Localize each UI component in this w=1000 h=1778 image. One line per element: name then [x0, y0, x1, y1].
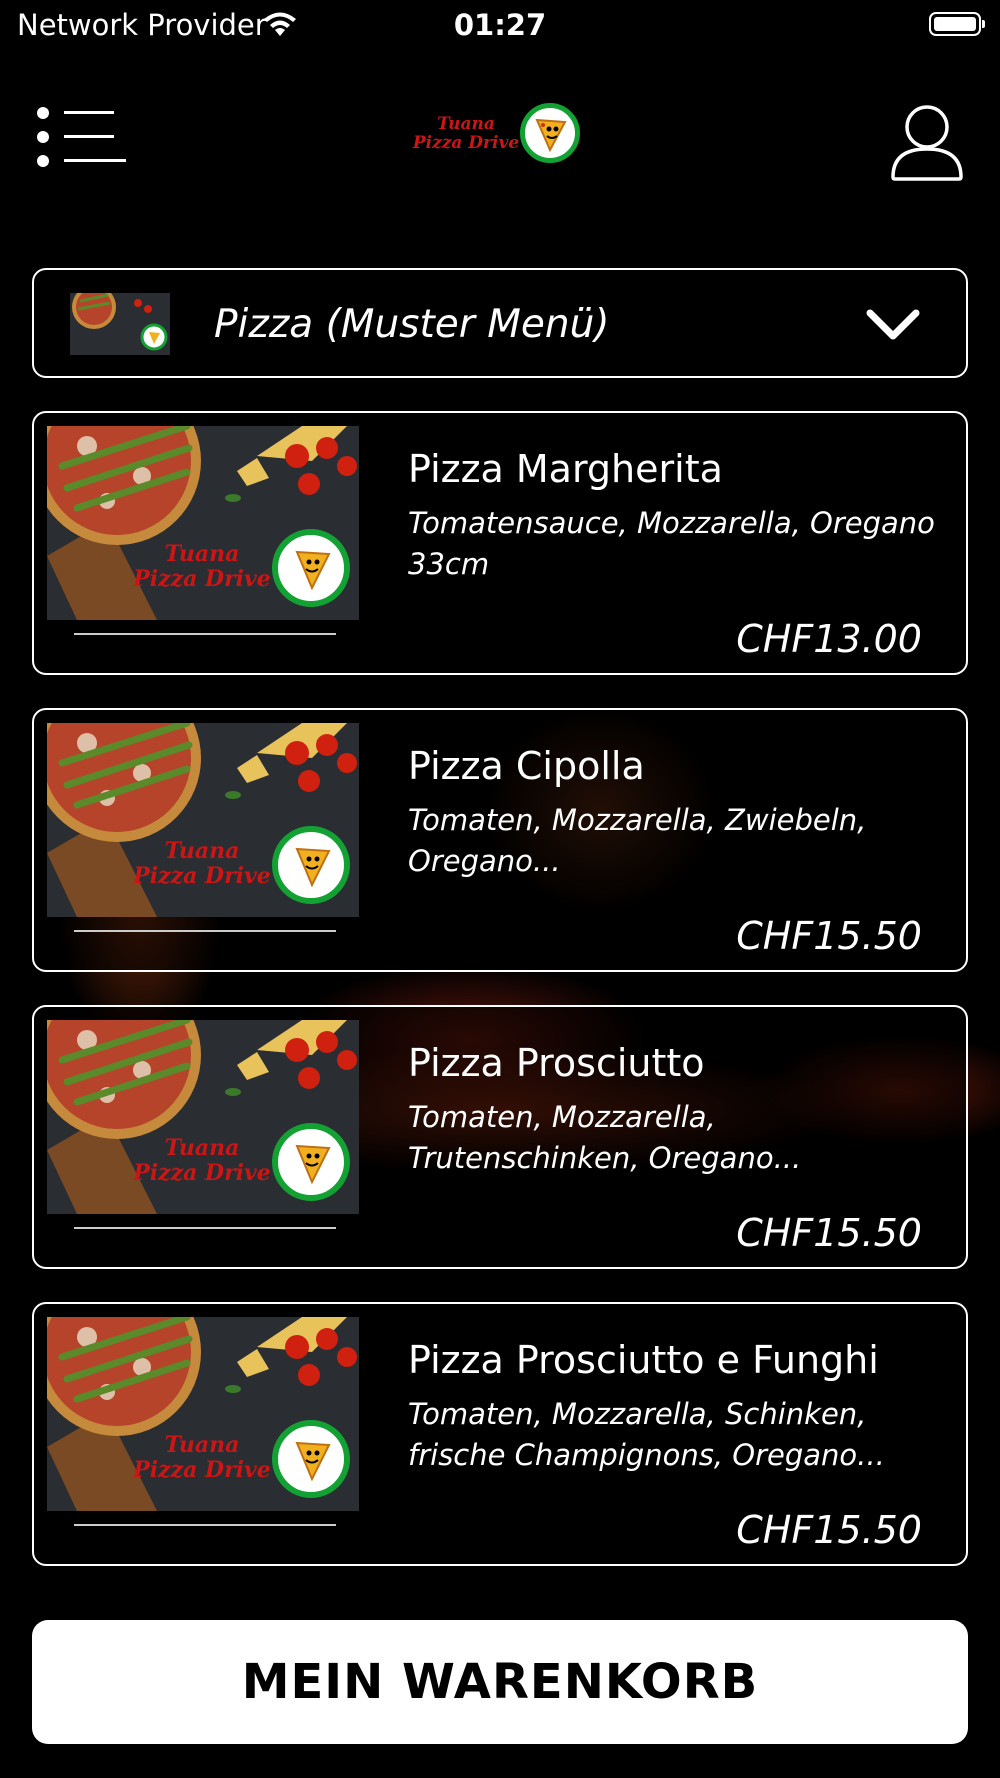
- image-logo-line2: Pizza Drive: [132, 1160, 271, 1186]
- user-profile-icon[interactable]: [890, 103, 964, 183]
- chevron-down-icon: [866, 309, 920, 340]
- product-card-2[interactable]: Tuana Pizza Drive Pizza Cipolla Tomaten,…: [32, 708, 968, 972]
- image-logo-line2: Pizza Drive: [132, 1457, 271, 1483]
- product-price: CHF15.50: [736, 914, 922, 958]
- product-price: CHF15.50: [736, 1508, 922, 1552]
- product-image: Tuana Pizza Drive: [47, 1020, 359, 1214]
- logo-line2: Pizza Drive: [412, 133, 520, 153]
- brand-logo: Tuana Pizza Drive: [412, 103, 588, 171]
- product-price: CHF15.50: [736, 1211, 922, 1255]
- image-logo-line1: Tuana: [165, 838, 240, 864]
- product-description: Tomaten, Mozzarella, Schinken, frische C…: [408, 1397, 885, 1472]
- image-divider: [74, 633, 336, 635]
- product-description: Tomatensauce, Mozzarella, Oregano 33cm: [408, 506, 935, 581]
- product-description: Tomaten, Mozzarella, Trutenschinken, Ore…: [408, 1100, 802, 1175]
- product-image: Tuana Pizza Drive: [47, 1317, 359, 1511]
- product-price: CHF13.00: [736, 617, 922, 661]
- category-dropdown[interactable]: Pizza (Muster Menü): [32, 268, 968, 378]
- logo-line1: Tuana: [437, 114, 495, 134]
- product-title: Pizza Margherita: [408, 447, 723, 491]
- battery-icon: [929, 12, 985, 36]
- image-logo-line1: Tuana: [165, 1432, 240, 1458]
- image-divider: [74, 930, 336, 932]
- product-card-4[interactable]: Tuana Pizza Drive Pizza Prosciutto e Fun…: [32, 1302, 968, 1566]
- cart-button-label: MEIN WARENKORB: [241, 1654, 759, 1710]
- product-image: Tuana Pizza Drive: [47, 723, 359, 917]
- product-title: Pizza Prosciutto: [408, 1041, 705, 1085]
- app-header: Tuana Pizza Drive: [0, 95, 1000, 185]
- hamburger-menu-icon[interactable]: [36, 107, 126, 167]
- cart-button[interactable]: MEIN WARENKORB: [32, 1620, 968, 1744]
- image-logo-line2: Pizza Drive: [132, 566, 271, 592]
- image-divider: [74, 1227, 336, 1229]
- image-logo-line2: Pizza Drive: [132, 863, 271, 889]
- status-bar: Network Provider 01:27: [0, 0, 1000, 50]
- clock: 01:27: [453, 8, 547, 42]
- logo-text: Tuana Pizza Drive: [412, 115, 520, 153]
- product-card-3[interactable]: Tuana Pizza Drive Pizza Prosciutto Tomat…: [32, 1005, 968, 1269]
- product-image: Tuana Pizza Drive: [47, 426, 359, 620]
- image-divider: [74, 1524, 336, 1526]
- image-logo-line1: Tuana: [165, 1135, 240, 1161]
- product-description: Tomaten, Mozzarella, Zwiebeln, Oregano..…: [408, 803, 867, 878]
- image-logo-line1: Tuana: [165, 541, 240, 567]
- pizza-mascot-icon: [520, 103, 580, 163]
- category-label: Pizza (Muster Menü): [214, 302, 610, 347]
- category-thumbnail-image: [70, 293, 170, 355]
- product-title: Pizza Cipolla: [408, 744, 645, 788]
- product-title: Pizza Prosciutto e Funghi: [408, 1338, 879, 1382]
- product-card-1[interactable]: Tuana Pizza Drive Pizza Margherita Tomat…: [32, 411, 968, 675]
